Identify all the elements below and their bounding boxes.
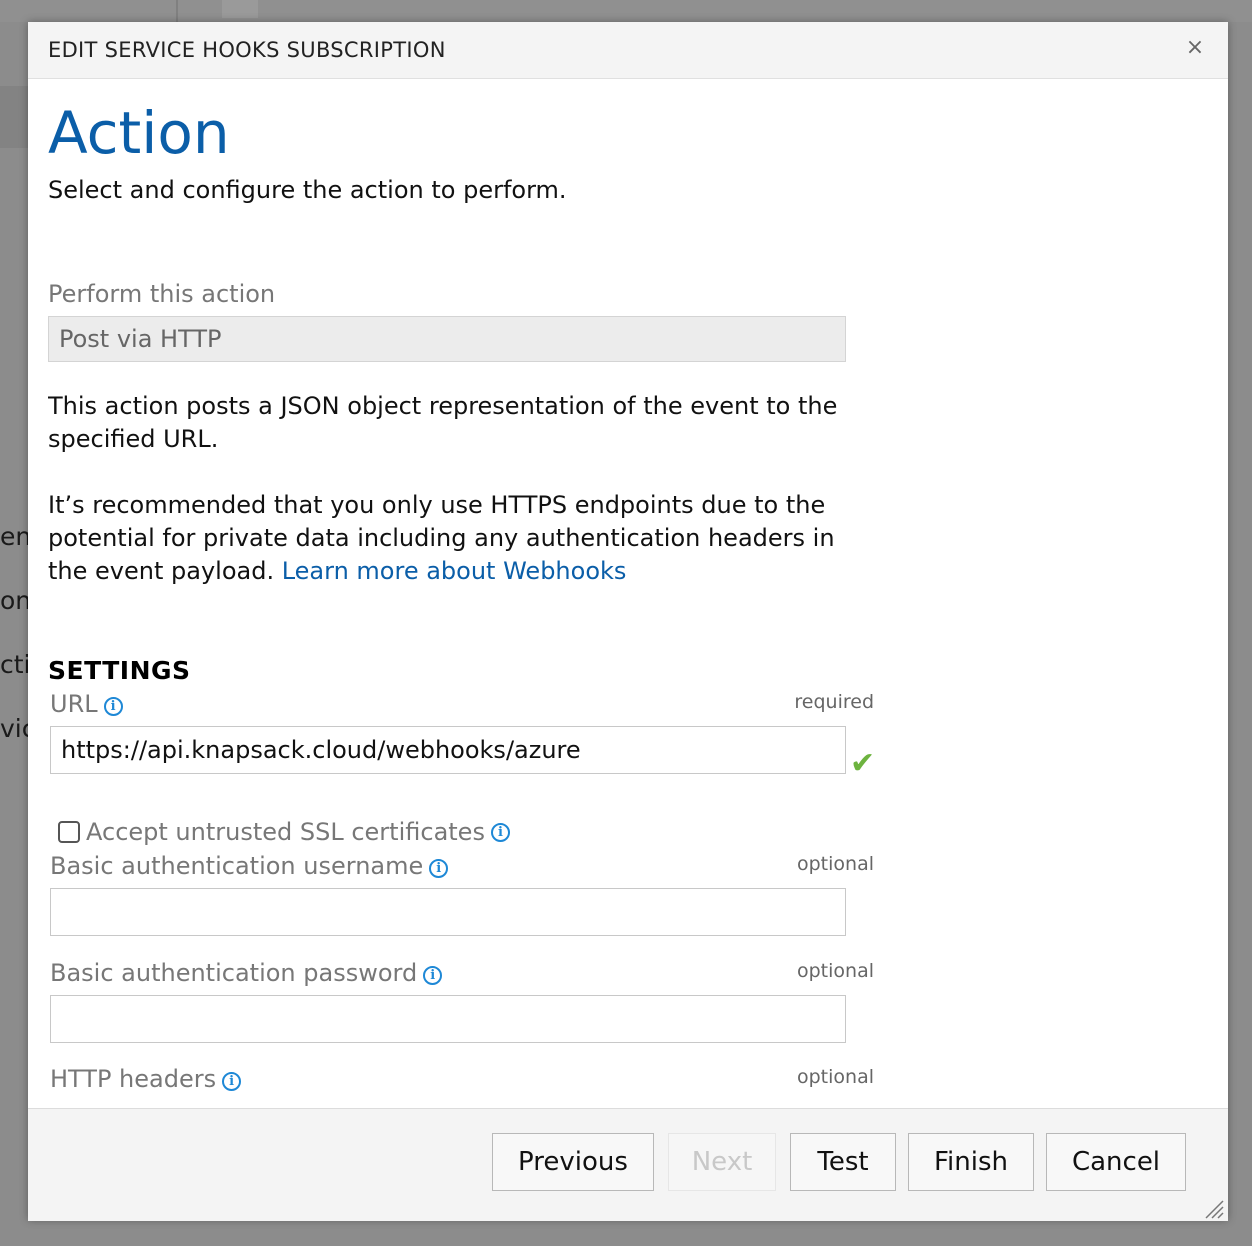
- info-icon[interactable]: i: [423, 966, 443, 985]
- https-recommendation: It’s recommended that you only use HTTPS…: [48, 489, 868, 588]
- dialog-title: EDIT SERVICE HOOKS SUBSCRIPTION: [48, 38, 446, 62]
- test-button[interactable]: Test: [790, 1133, 896, 1191]
- close-icon[interactable]: ×: [1184, 37, 1206, 59]
- password-label-row: Basic authentication password i: [50, 959, 443, 987]
- url-required-label: required: [794, 691, 874, 713]
- background-left-panel: [0, 86, 28, 148]
- username-input[interactable]: [50, 888, 846, 936]
- background-block: [222, 0, 258, 18]
- resize-grip-icon[interactable]: [1202, 1197, 1224, 1219]
- username-label: Basic authentication username: [50, 852, 424, 880]
- previous-button[interactable]: Previous: [492, 1133, 654, 1191]
- background-divider: [176, 0, 178, 22]
- password-optional-label: optional: [796, 960, 874, 982]
- cancel-button[interactable]: Cancel: [1046, 1133, 1186, 1191]
- dialog-footer: Previous Next Test Finish Cancel: [28, 1108, 1228, 1221]
- url-input[interactable]: [50, 726, 846, 774]
- check-icon: ✔: [850, 746, 876, 781]
- action-description: This action posts a JSON object represen…: [48, 392, 838, 453]
- http-headers-optional-label: optional: [796, 1066, 874, 1088]
- username-label-row: Basic authentication username i: [50, 852, 449, 880]
- dialog-header: EDIT SERVICE HOOKS SUBSCRIPTION ×: [28, 22, 1228, 79]
- perform-action-label: Perform this action: [48, 280, 276, 308]
- settings-heading: SETTINGS: [48, 656, 191, 685]
- http-headers-label: HTTP headers: [50, 1065, 217, 1093]
- password-label: Basic authentication password: [50, 959, 418, 987]
- edit-subscription-dialog: EDIT SERVICE HOOKS SUBSCRIPTION × Action…: [28, 22, 1228, 1221]
- info-icon[interactable]: i: [103, 697, 123, 716]
- perform-action-field: Post via HTTP: [48, 316, 846, 362]
- dialog-content: Action Select and configure the action t…: [48, 78, 1208, 1106]
- next-button[interactable]: Next: [668, 1133, 776, 1191]
- password-input[interactable]: [50, 995, 846, 1043]
- accept-ssl-label: Accept untrusted SSL certificates: [86, 818, 485, 846]
- finish-button[interactable]: Finish: [908, 1133, 1034, 1191]
- username-optional-label: optional: [796, 853, 874, 875]
- accept-ssl-row: Accept untrusted SSL certificates i: [58, 818, 510, 846]
- http-headers-label-row: HTTP headers i: [50, 1065, 242, 1093]
- info-icon[interactable]: i: [429, 859, 449, 878]
- info-icon[interactable]: i: [222, 1072, 242, 1091]
- background-text-2: on: [0, 586, 32, 615]
- info-icon[interactable]: i: [490, 822, 510, 842]
- url-label-row: URL i: [50, 690, 123, 718]
- background-top-strip: [0, 0, 1252, 22]
- accept-ssl-checkbox[interactable]: [58, 821, 80, 843]
- learn-more-webhooks-link[interactable]: Learn more about Webhooks: [282, 557, 627, 585]
- page-title: Action: [48, 99, 230, 167]
- page-subtitle: Select and configure the action to perfo…: [48, 176, 567, 204]
- url-label: URL: [50, 690, 98, 718]
